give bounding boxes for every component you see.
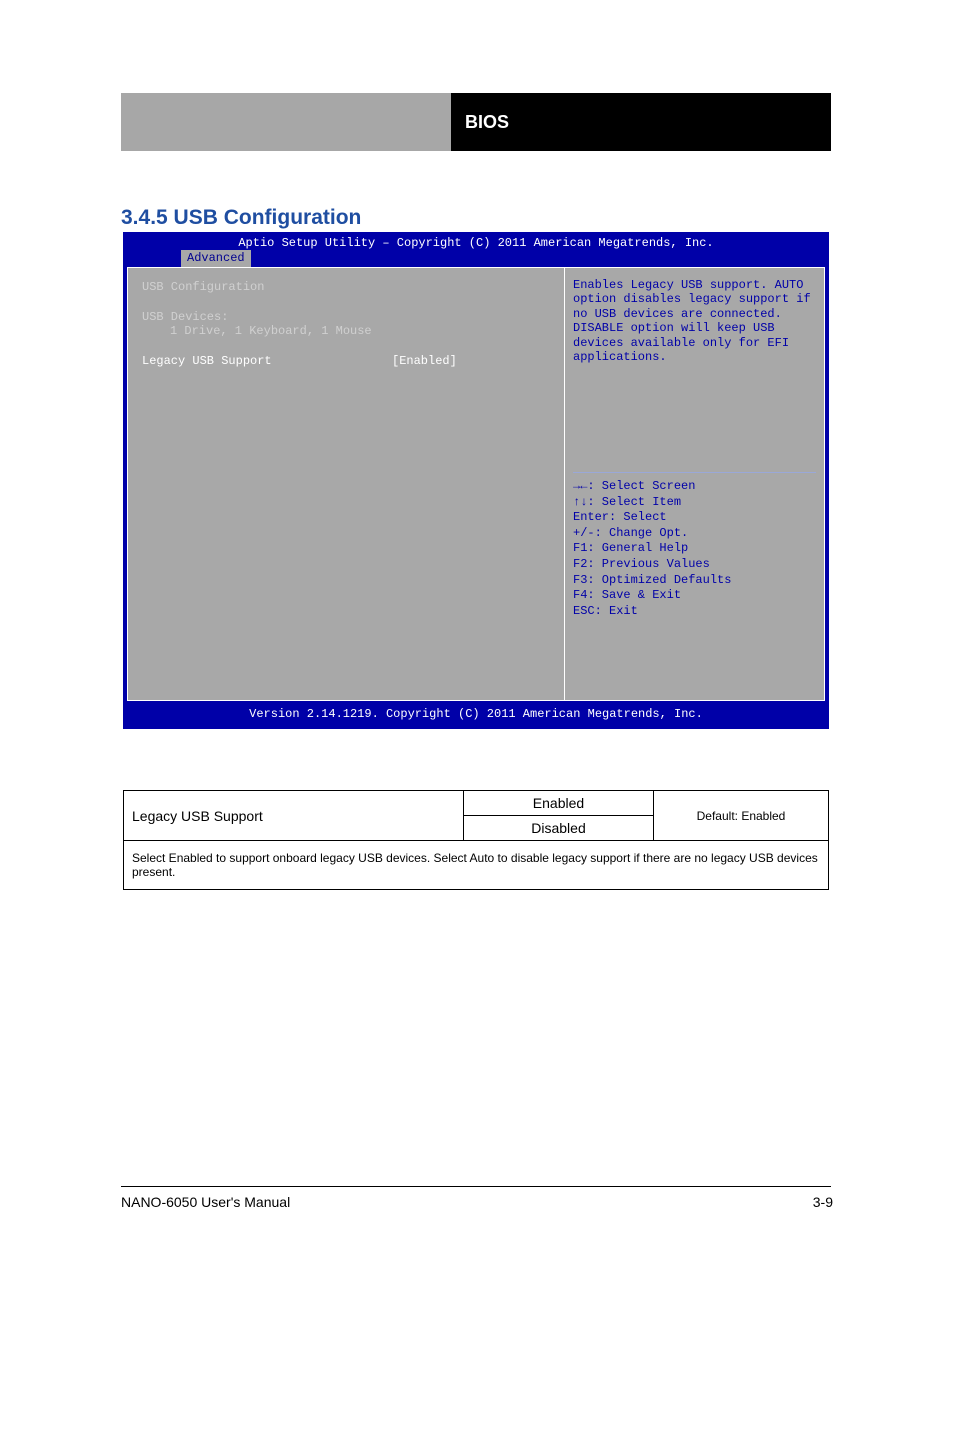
bios-devices-label: USB Devices:: [142, 310, 550, 324]
bios-tab-advanced[interactable]: Advanced: [181, 250, 251, 267]
bios-screenshot: Aptio Setup Utility – Copyright (C) 2011…: [123, 232, 829, 729]
bios-key-4: F1: General Help: [573, 541, 816, 557]
bios-devices-value: 1 Drive, 1 Keyboard, 1 Mouse: [142, 324, 550, 338]
table-default: Default: Enabled: [654, 791, 829, 841]
bios-key-8: ESC: Exit: [573, 604, 816, 620]
bios-heading: USB Configuration: [142, 280, 550, 294]
bios-top-banner: Aptio Setup Utility – Copyright (C) 2011…: [123, 232, 829, 250]
bios-tab-row: Advanced: [123, 250, 829, 267]
bios-divider: [573, 472, 816, 473]
bios-left-pane: USB Configuration USB Devices: 1 Drive, …: [128, 268, 564, 700]
bios-setting-row[interactable]: Legacy USB Support [Enabled]: [142, 354, 550, 368]
section-title: 3.4.5 USB Configuration: [121, 206, 361, 230]
bios-setting-value: [Enabled]: [392, 354, 457, 368]
table-row: Legacy USB Support Enabled Default: Enab…: [124, 791, 829, 816]
options-table: Legacy USB Support Enabled Default: Enab…: [123, 790, 829, 890]
bios-key-5: F2: Previous Values: [573, 557, 816, 573]
footer-page-number: 3-9: [813, 1194, 833, 1210]
table-option-1: Disabled: [464, 816, 654, 841]
bios-key-7: F4: Save & Exit: [573, 588, 816, 604]
bios-key-1: ↑↓: Select Item: [573, 495, 816, 511]
page-header: BIOS: [121, 93, 831, 151]
footer-manual-title: NANO-6050 User's Manual: [121, 1194, 290, 1210]
bios-help-text: Enables Legacy USB support. AUTO option …: [573, 278, 816, 466]
bios-right-pane: Enables Legacy USB support. AUTO option …: [564, 268, 824, 700]
header-right: BIOS: [451, 93, 831, 151]
bios-bottom-banner: Version 2.14.1219. Copyright (C) 2011 Am…: [123, 701, 829, 729]
bios-key-6: F3: Optimized Defaults: [573, 573, 816, 589]
table-description: Select Enabled to support onboard legacy…: [124, 841, 829, 890]
footer-divider: [121, 1186, 831, 1187]
table-option-0: Enabled: [464, 791, 654, 816]
bios-key-0: →←: Select Screen: [573, 479, 816, 495]
bios-setting-label: Legacy USB Support: [142, 354, 392, 368]
bios-key-3: +/-: Change Opt.: [573, 526, 816, 542]
bios-key-legend: →←: Select Screen ↑↓: Select Item Enter:…: [573, 479, 816, 619]
bios-body: USB Configuration USB Devices: 1 Drive, …: [127, 267, 825, 701]
table-setting-name: Legacy USB Support: [124, 791, 464, 841]
header-left: [121, 93, 451, 151]
table-row: Select Enabled to support onboard legacy…: [124, 841, 829, 890]
bios-key-2: Enter: Select: [573, 510, 816, 526]
